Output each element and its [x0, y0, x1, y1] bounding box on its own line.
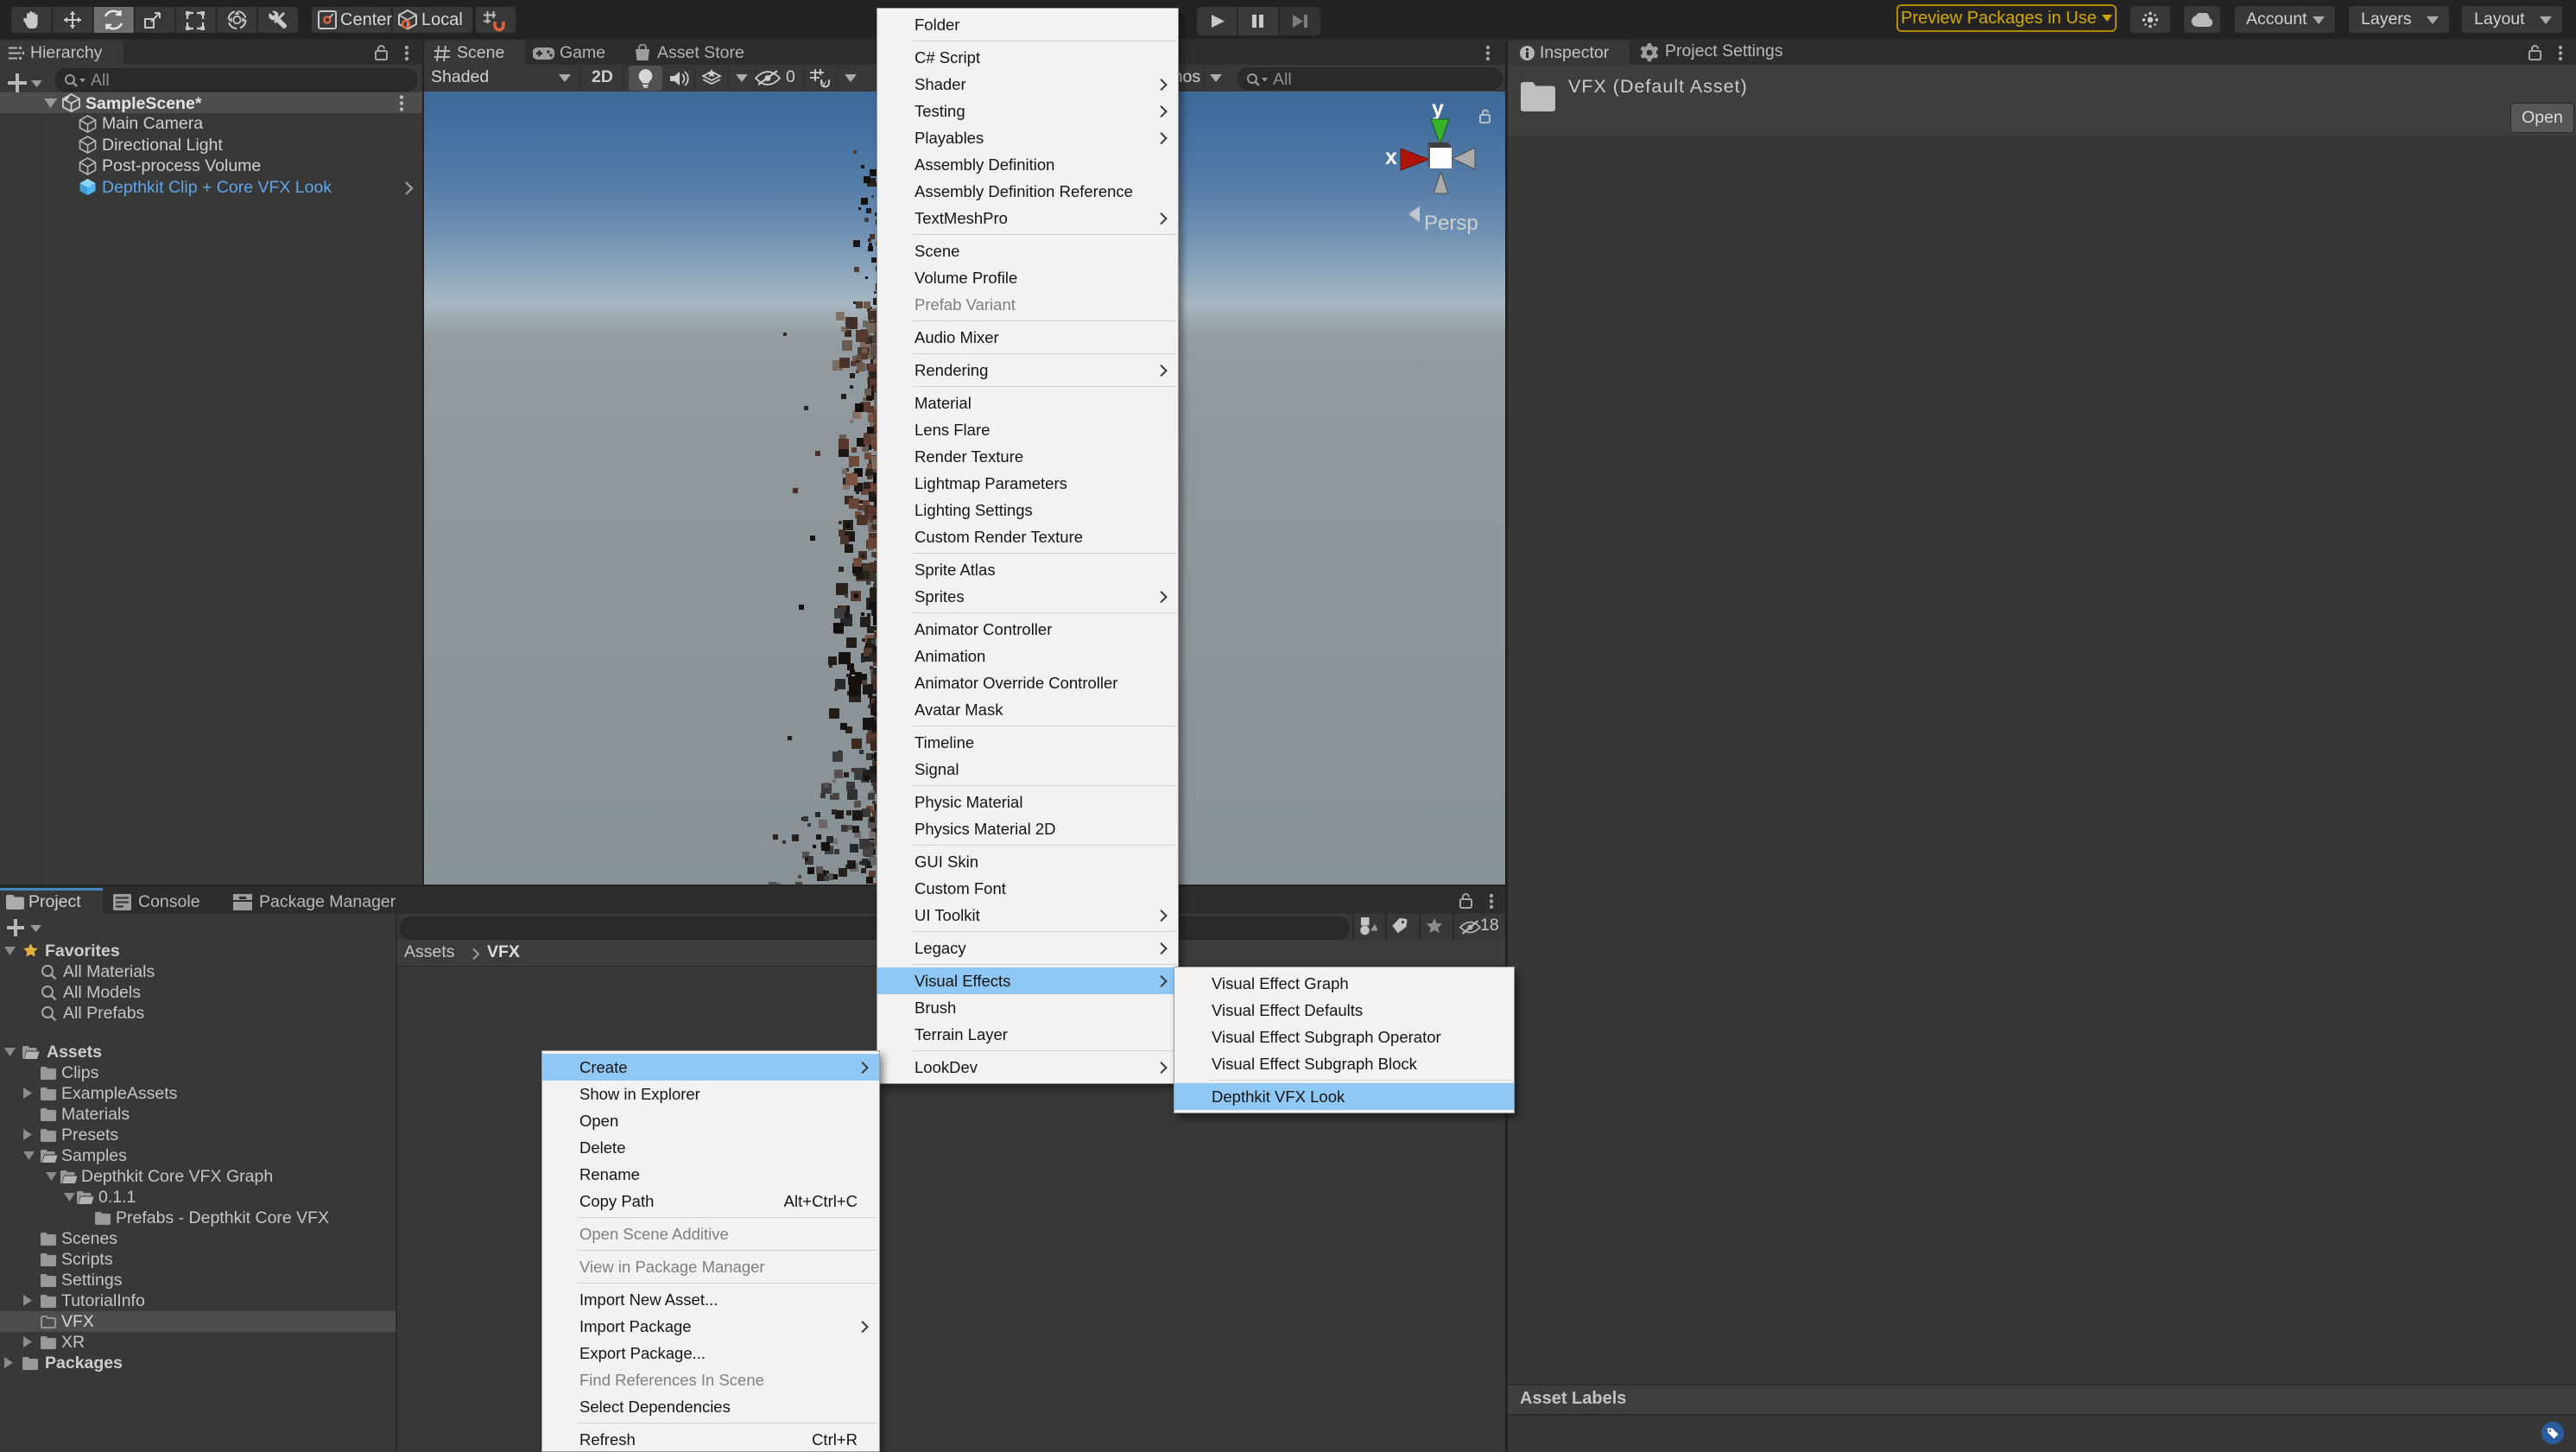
svg-text:Y: Y [821, 80, 827, 88]
svg-text:Persp: Persp [1424, 212, 1478, 235]
svg-text:Local: Local [421, 10, 463, 29]
svg-text:y: y [1432, 99, 1444, 121]
svg-text:x: x [1385, 145, 1397, 169]
svg-text:Center: Center [340, 10, 392, 29]
